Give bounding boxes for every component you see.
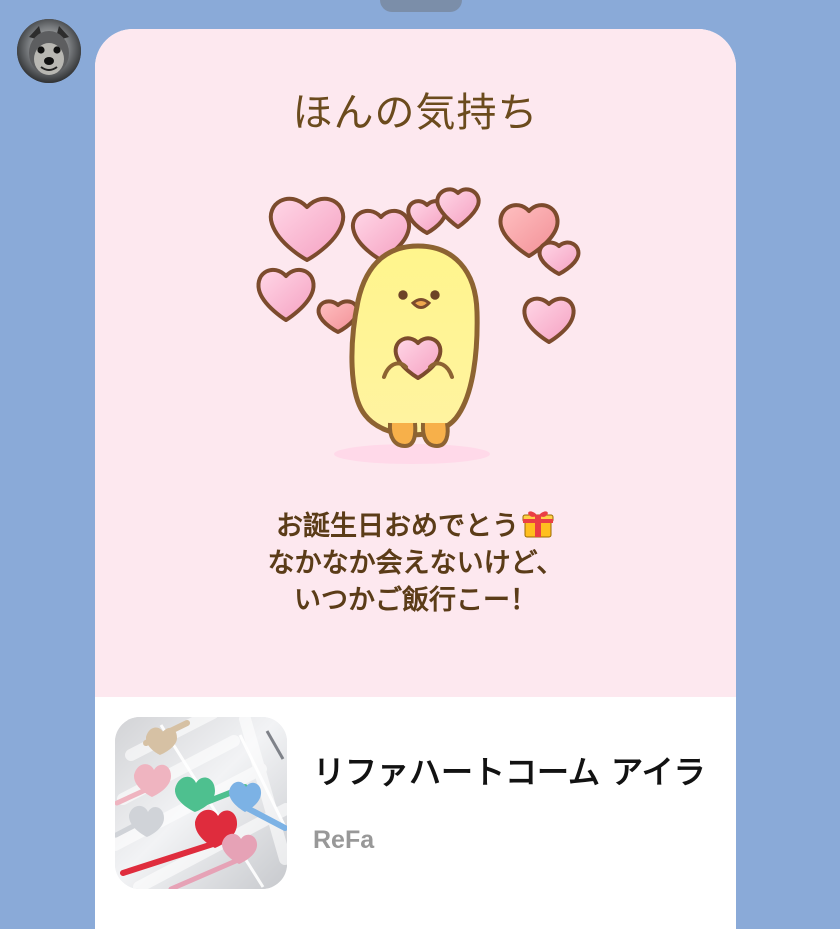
- message-line-3: いつかご飯行こー！: [294, 585, 537, 616]
- message-line-1: お誕生日おめでとう: [95, 507, 736, 545]
- message-line-2: なかなか会えないけど、: [267, 548, 564, 579]
- sender-avatar[interactable]: [17, 19, 81, 83]
- product-brand: ReFa: [313, 826, 375, 854]
- message-text: お誕生日おめでとう なかなか会えないけど、 いつかご飯行こー！: [95, 507, 736, 619]
- gift-card-image[interactable]: ほんの気持ち お誕生日おめでとう なかなか会えないけど、 いつかご飯行こー！: [95, 29, 736, 697]
- top-notch: [380, 0, 462, 12]
- card-title: ほんの気持ち: [292, 90, 539, 136]
- product-name: リファハートコーム アイラ: [313, 753, 706, 791]
- gift-icon: [522, 511, 554, 538]
- gift-message-card[interactable]: ほんの気持ち お誕生日おめでとう なかなか会えないけど、 いつかご飯行こー！ リ…: [95, 29, 736, 929]
- product-thumbnail: [115, 717, 287, 889]
- product-preview[interactable]: リファハートコーム アイラ ReFa: [95, 697, 736, 929]
- chick-with-hearts-illustration: [256, 187, 581, 464]
- dog-avatar-icon: [17, 19, 81, 83]
- heart-comb-products-image: [115, 717, 287, 889]
